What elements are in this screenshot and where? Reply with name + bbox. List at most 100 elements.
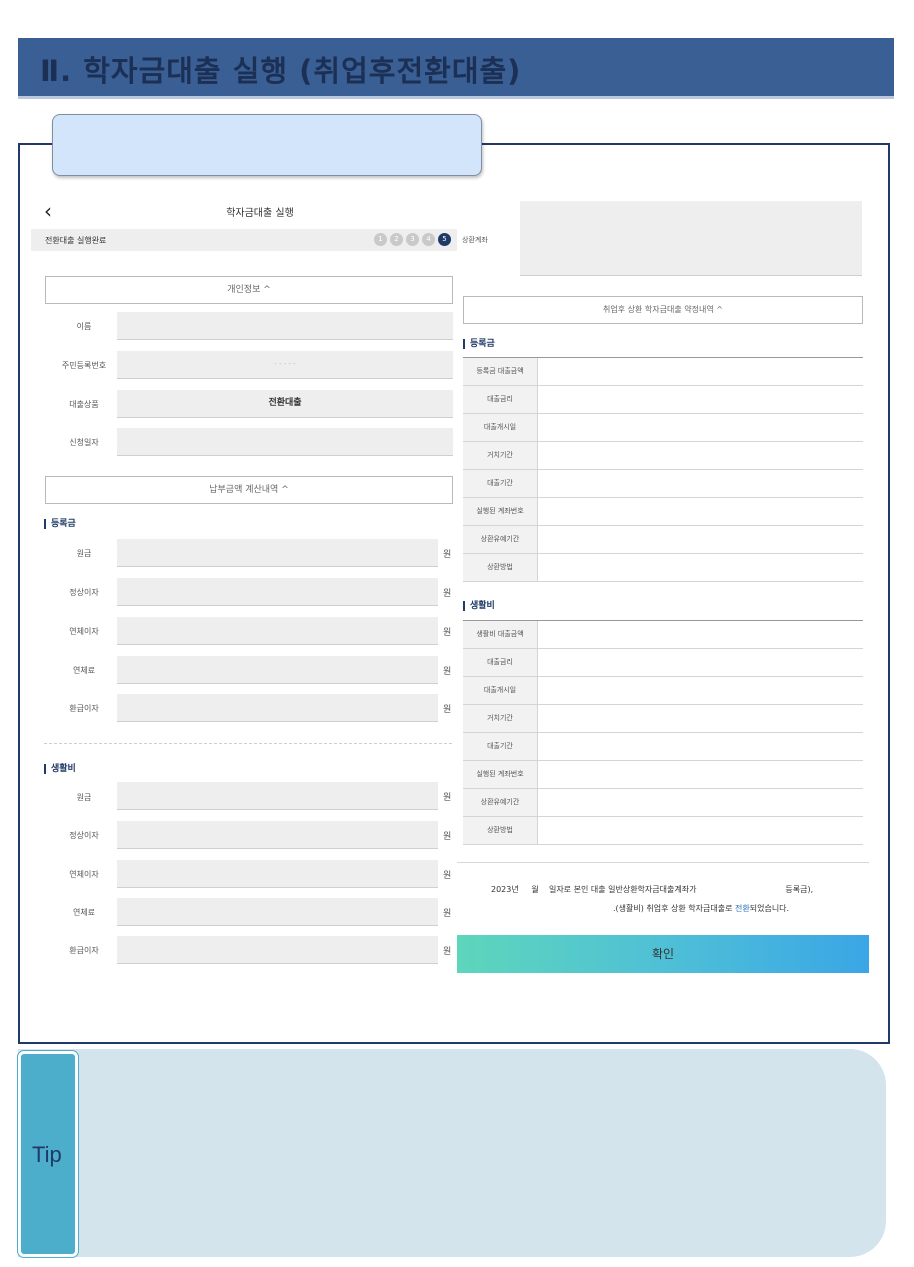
banner-title: Ⅱ. 학자금대출 실행 (취업후전환대출) (40, 54, 522, 88)
unit-label: 원 (443, 667, 452, 677)
table-row: 생활비 대출금액 (463, 621, 863, 649)
rrn-field: - - - - - (117, 351, 453, 379)
calc-label: 연체이자 (69, 870, 99, 879)
table-row: 대출금리 (463, 386, 863, 414)
table-row: 거치기간 (463, 705, 863, 733)
unit-label: 원 (443, 947, 452, 957)
screen-title: 학자금대출 실행 (226, 208, 294, 219)
tuition-heading: 등록금 (463, 339, 495, 349)
table-header-cell: 대출기간 (463, 470, 538, 497)
apply-date-label: 신청일자 (69, 438, 99, 447)
divider (457, 862, 869, 863)
table-row: 상환방법 (463, 817, 863, 845)
calc-label: 정상이자 (69, 831, 99, 840)
notice-line-1: 2023년 월 일자로 본인 대출 일반상환학자금대출계좌가 등록금), (491, 885, 814, 894)
table-header-cell: 대출개시일 (463, 414, 538, 441)
notice-line-2: .(생활비) 취업후 상환 학자금대출로 전환되었습니다. (613, 904, 790, 913)
name-field (117, 312, 453, 340)
calc-field (117, 936, 438, 964)
table-row: 상환방법 (463, 554, 863, 582)
step-2: 2 (390, 233, 403, 246)
table-header-cell: 상환유예기간 (463, 789, 538, 816)
table-row: 대출개시일 (463, 414, 863, 442)
calc-detail-toggle[interactable]: 납부금액 계산내역 ^ (45, 476, 453, 504)
tuition-heading: 등록금 (44, 519, 76, 529)
calc-label: 연체료 (72, 666, 96, 675)
living-table: 생활비 대출금액 대출금리 대출개시일 거치기간 대출기간 실행된 계좌번호 상… (463, 620, 863, 845)
unit-label: 원 (443, 793, 452, 803)
step-1: 1 (374, 233, 387, 246)
living-heading: 생활비 (463, 601, 495, 611)
tip-panel (18, 1049, 886, 1257)
table-header-cell: 생활비 대출금액 (463, 621, 538, 648)
unit-label: 원 (443, 589, 452, 599)
calc-label: 환급이자 (69, 946, 99, 955)
unit-label: 원 (443, 832, 452, 842)
apply-date-field (117, 428, 453, 456)
table-row: 상환유예기간 (463, 789, 863, 817)
product-value: 전환대출 (268, 398, 302, 408)
unit-label: 원 (443, 871, 452, 881)
tip-label: Tip (32, 1142, 62, 1167)
calc-label: 환급이자 (69, 704, 99, 713)
table-header-cell: 대출개시일 (463, 677, 538, 704)
calc-field (117, 898, 438, 926)
table-header-cell: 상환방법 (463, 817, 538, 844)
step-label: 전환대출 실행완료 (45, 236, 107, 245)
personal-info-toggle[interactable]: 개인정보 ^ (45, 276, 453, 304)
divider (44, 743, 452, 744)
table-header-cell: 상환유예기간 (463, 526, 538, 553)
table-header-cell: 상환방법 (463, 554, 538, 581)
unit-label: 원 (443, 550, 452, 560)
calc-label: 연체료 (72, 908, 96, 917)
calc-field (117, 782, 438, 810)
table-header-cell: 대출기간 (463, 733, 538, 760)
repay-account-label: 상환계좌 (462, 236, 488, 244)
calc-label: 원금 (76, 793, 92, 802)
table-row: 상환유예기간 (463, 526, 863, 554)
unit-label: 원 (443, 628, 452, 638)
calc-label: 연체이자 (69, 627, 99, 636)
calc-field (117, 860, 438, 888)
name-label: 이름 (76, 322, 92, 331)
table-header-cell: 대출금리 (463, 386, 538, 413)
table-header-cell: 등록금 대출금액 (463, 358, 538, 385)
product-label: 대출상품 (69, 400, 99, 409)
living-heading: 생활비 (44, 764, 76, 774)
table-row: 대출개시일 (463, 677, 863, 705)
table-header-cell: 거치기간 (463, 705, 538, 732)
table-row: 실행된 계좌번호 (463, 498, 863, 526)
calc-field (117, 617, 438, 645)
table-row: 대출금리 (463, 649, 863, 677)
step-3: 3 (406, 233, 419, 246)
calc-field (117, 821, 438, 849)
unit-label: 원 (443, 909, 452, 919)
table-row: 등록금 대출금액 (463, 358, 863, 386)
header-banner: Ⅱ. 학자금대출 실행 (취업후전환대출) (18, 38, 894, 99)
step-4: 4 (422, 233, 435, 246)
unit-label: 원 (443, 705, 452, 715)
repay-account-box (520, 201, 862, 276)
calc-field (117, 539, 438, 567)
table-row: 대출기간 (463, 733, 863, 761)
tuition-table: 등록금 대출금액 대출금리 대출개시일 거치기간 대출기간 실행된 계좌번호 상… (463, 357, 863, 582)
table-header-cell: 대출금리 (463, 649, 538, 676)
contract-toggle[interactable]: 취업후 상환 학자금대출 약정내역 ^ (463, 296, 863, 324)
table-header-cell: 실행된 계좌번호 (463, 498, 538, 525)
calc-label: 정상이자 (69, 588, 99, 597)
table-row: 대출기간 (463, 470, 863, 498)
table-header-cell: 거치기간 (463, 442, 538, 469)
step-indicator: 1 2 3 4 5 (374, 233, 451, 246)
table-row: 실행된 계좌번호 (463, 761, 863, 789)
calc-field (117, 578, 438, 606)
rrn-label: 주민등록번호 (61, 361, 107, 370)
conversion-link: 전환 (735, 904, 750, 913)
chevron-left-icon[interactable]: ‹ (44, 199, 52, 223)
table-row: 거치기간 (463, 442, 863, 470)
tab-box (52, 114, 482, 176)
table-header-cell: 실행된 계좌번호 (463, 761, 538, 788)
step-bar: 전환대출 실행완료 1 2 3 4 5 (31, 229, 457, 251)
calc-label: 원금 (76, 549, 92, 558)
step-5-active: 5 (438, 233, 451, 246)
confirm-button[interactable]: 확인 (457, 935, 869, 973)
